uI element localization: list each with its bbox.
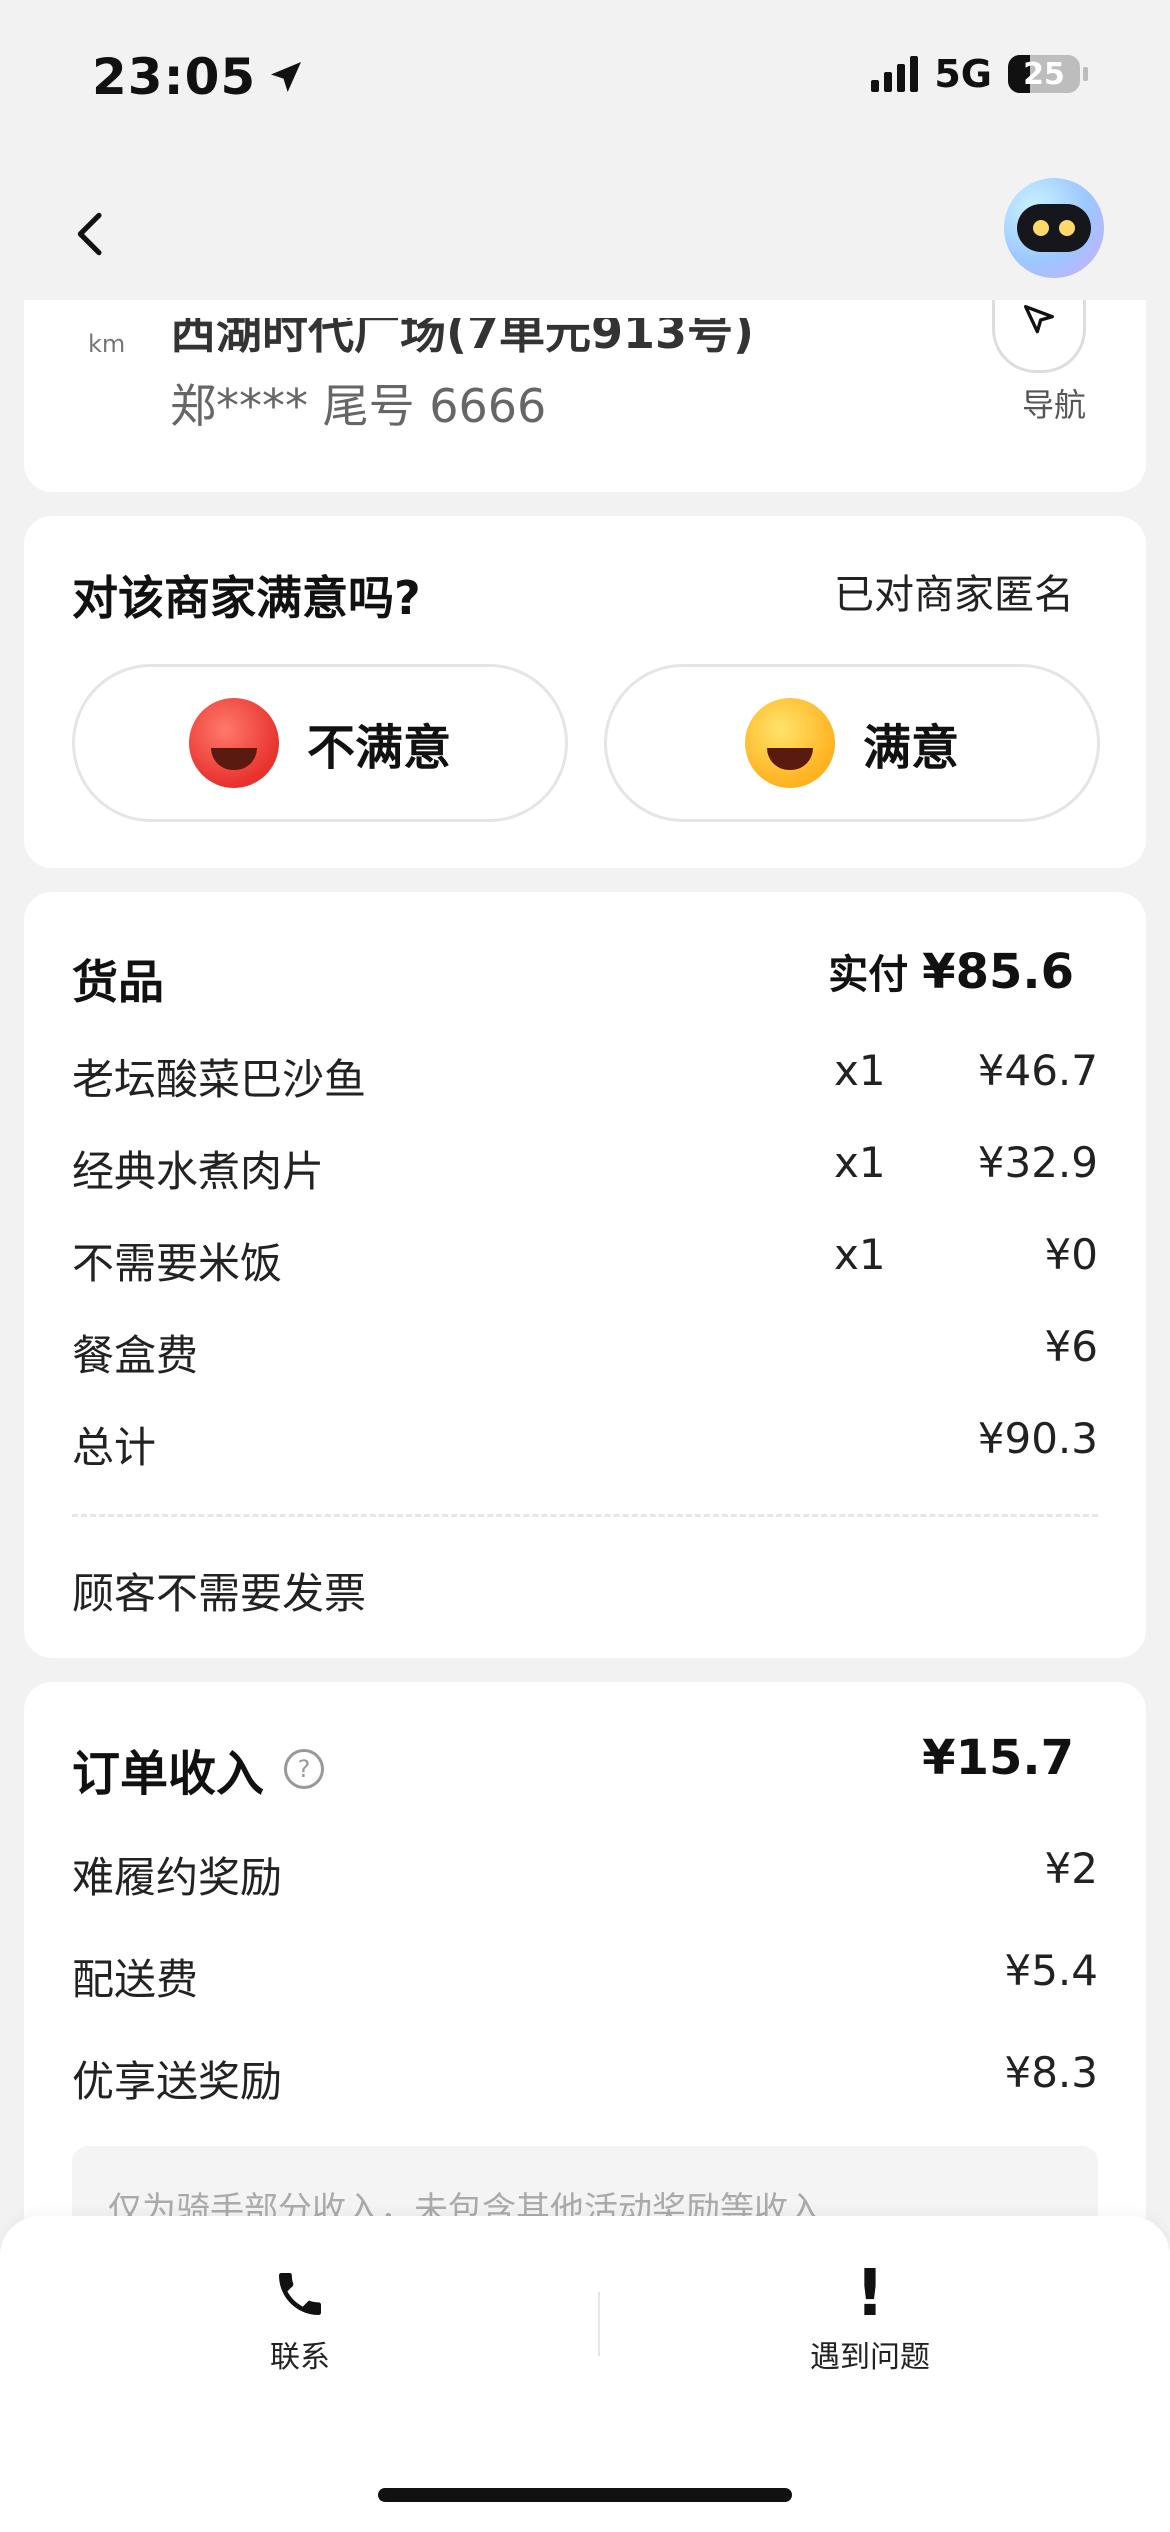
battery-level: 25 [1023,56,1065,92]
income-title: 订单收入 [72,1746,265,1802]
angry-face-icon [188,698,279,788]
satisfied-button[interactable]: 满意 [604,664,1100,822]
back-button[interactable] [64,206,120,262]
dissatisfied-button[interactable]: 不满意 [72,664,568,822]
item-price: ¥0 [1044,1230,1098,1279]
item-qty: x1 [834,1046,886,1095]
goods-title: 货品 [72,955,164,1009]
item-name: 老坛酸菜巴沙鱼 [72,1055,367,1104]
goods-row: 老坛酸菜巴沙鱼 x1 ¥46.7 [72,1046,1098,1107]
help-icon[interactable]: ? [284,1749,325,1789]
rating-question: 对该商家满意吗? [72,571,421,625]
income-item-amount: ¥8.3 [1004,2048,1098,2097]
paid-amount: 实付 ¥85.6 [828,942,1074,1000]
status-indicators: 5G 25 [871,52,1088,96]
income-item-amount: ¥2 [1044,1844,1098,1893]
item-qty: x1 [834,1230,886,1279]
goods-row: 餐盒费 ¥6 [72,1322,1098,1383]
phone-icon [279,2273,321,2315]
item-price: ¥6 [1044,1322,1098,1371]
item-name: 不需要米饭 [72,1239,283,1288]
contact-button[interactable]: 联系 [150,2266,450,2386]
location-arrow-icon [271,62,302,92]
income-item-name: 优享送奖励 [72,2057,283,2106]
income-title-group: 订单收入 ? [72,1734,325,1804]
assistant-robot-button[interactable] [1004,178,1104,278]
goods-row: 不需要米饭 x1 ¥0 [72,1230,1098,1291]
item-name: 总计 [72,1423,157,1472]
cellular-signal-icon [871,56,919,92]
time-text: 23:05 [92,48,257,106]
satisfied-label: 满意 [862,720,959,776]
distance-unit: km [88,330,126,358]
item-price: ¥46.7 [977,1046,1098,1095]
income-item-amount: ¥5.4 [1004,1946,1098,1995]
home-indicator [378,2488,792,2502]
item-name: 餐盒费 [72,1331,199,1380]
goods-total-row: 总计 ¥90.3 [72,1414,1098,1475]
robot-icon [1017,204,1091,252]
happy-face-icon [744,698,835,788]
anonymous-note: 已对商家匿名 [834,572,1074,618]
chevron-left-icon [77,212,102,256]
bottom-divider [598,2292,600,2356]
issue-label: 遇到问题 [810,2340,930,2375]
navigation-label[interactable]: 导航 [1022,380,1086,426]
report-issue-button[interactable]: ! 遇到问题 [720,2257,1020,2386]
goods-row: 经典水煮肉片 x1 ¥32.9 [72,1138,1098,1199]
status-time: 23:05 [92,48,306,106]
navigation-arrow-icon [1024,305,1054,334]
income-row: 优享送奖励 ¥8.3 [72,2048,1098,2109]
network-type: 5G [934,52,992,96]
receiver-info: 郑**** 尾号 6666 [170,379,547,433]
contact-label: 联系 [270,2340,330,2375]
income-row: 难履约奖励 ¥2 [72,1844,1098,1905]
item-qty: x1 [834,1138,886,1187]
income-row: 配送费 ¥5.4 [72,1946,1098,2007]
exclamation-icon: ! [855,2257,885,2331]
paid-label: 实付 [828,952,909,998]
item-price: ¥32.9 [977,1138,1098,1187]
invoice-note: 顾客不需要发票 [72,1569,367,1618]
paid-value: ¥85.6 [922,944,1074,1000]
dashed-divider [72,1514,1098,1517]
income-total: ¥15.7 [922,1730,1074,1786]
income-item-name: 难履约奖励 [72,1853,283,1902]
battery-icon: 25 [1008,55,1088,93]
dissatisfied-label: 不满意 [306,720,451,776]
item-price: ¥90.3 [977,1414,1098,1463]
item-name: 经典水煮肉片 [72,1147,325,1196]
income-item-name: 配送费 [72,1955,199,2004]
